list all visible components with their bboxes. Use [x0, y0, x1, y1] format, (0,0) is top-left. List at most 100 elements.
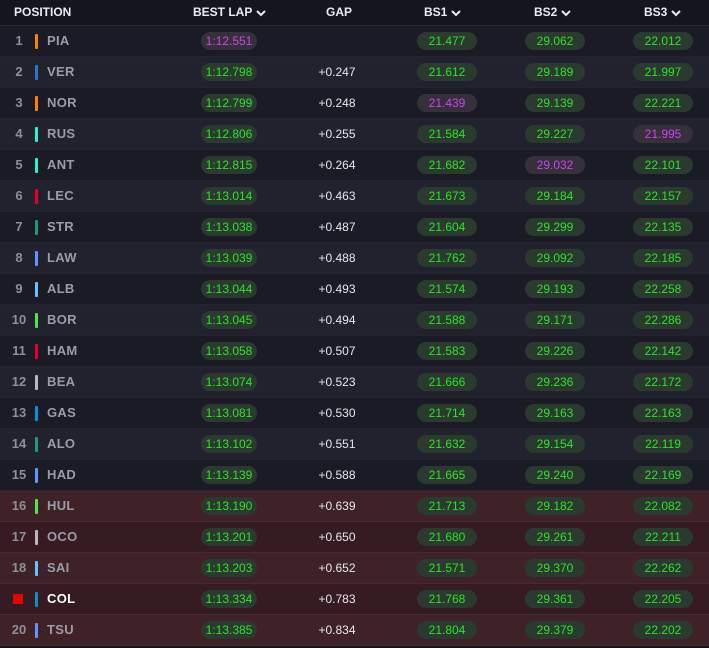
bs2-time: 29.171 [525, 311, 585, 329]
header-bs3-label: BS3 [644, 5, 668, 19]
bs1-time: 21.665 [417, 466, 477, 484]
gap-value: +0.530 [318, 406, 356, 420]
table-row[interactable]: 14 ALO 1:13.102 +0.551 21.632 29.154 22.119 [0, 429, 709, 460]
best-lap-time: 1:12.551 [201, 32, 257, 50]
driver-code: NOR [47, 95, 77, 110]
table-row[interactable]: 11 HAM 1:13.058 +0.507 21.583 29.226 22.142 [0, 336, 709, 367]
table-row[interactable]: COL 1:13.334 +0.783 21.768 29.361 22.205 [0, 584, 709, 615]
team-color-bar [35, 96, 38, 111]
position-number: 7 [15, 219, 23, 234]
position-number: 11 [12, 343, 26, 358]
table-row[interactable]: 7 STR 1:13.038 +0.487 21.604 29.299 22.135 [0, 212, 709, 243]
driver-code: LEC [47, 188, 74, 203]
table-row[interactable]: 12 BEA 1:13.074 +0.523 21.666 29.236 22.172 [0, 367, 709, 398]
driver-code: TSU [47, 622, 74, 637]
bs2-time: 29.261 [525, 528, 585, 546]
bs3-time: 22.082 [633, 497, 693, 515]
driver-code: OCO [47, 529, 78, 544]
bs2-time: 29.092 [525, 249, 585, 267]
gap-value: +0.650 [318, 530, 356, 544]
team-color-bar [35, 251, 38, 266]
best-lap-time: 1:13.102 [201, 435, 257, 453]
table-row[interactable]: 16 HUL 1:13.190 +0.639 21.713 29.182 22.082 [0, 491, 709, 522]
position-marker-icon [13, 594, 23, 604]
header-bs2[interactable]: BS2 [534, 0, 572, 25]
position-number: 20 [11, 622, 27, 637]
chevron-down-icon [451, 9, 462, 16]
driver-code: BOR [47, 312, 77, 327]
bs3-time: 22.169 [633, 466, 693, 484]
bs1-time: 21.680 [417, 528, 477, 546]
table-row[interactable]: 17 OCO 1:13.201 +0.650 21.680 29.261 22.211 [0, 522, 709, 553]
header-bs3[interactable]: BS3 [644, 0, 682, 25]
table-row[interactable]: 9 ALB 1:13.044 +0.493 21.574 29.193 22.258 [0, 274, 709, 305]
bs3-time: 22.221 [633, 94, 693, 112]
bs1-time: 21.439 [417, 94, 477, 112]
header-bs1[interactable]: BS1 [424, 0, 462, 25]
best-lap-time: 1:12.799 [201, 94, 257, 112]
bs3-time: 22.202 [633, 621, 693, 639]
team-color-bar [35, 623, 38, 638]
bs2-time: 29.062 [525, 32, 585, 50]
team-color-bar [35, 158, 38, 173]
best-lap-time: 1:13.045 [201, 311, 257, 329]
position-number: 10 [11, 312, 27, 327]
table-row[interactable]: 5 ANT 1:12.815 +0.264 21.682 29.032 22.101 [0, 150, 709, 181]
bs2-time: 29.189 [525, 63, 585, 81]
gap-value: +0.588 [318, 468, 356, 482]
position-number: 6 [15, 188, 23, 203]
team-color-bar [35, 344, 38, 359]
bs3-time: 22.119 [633, 435, 693, 453]
table-row[interactable]: 13 GAS 1:13.081 +0.530 21.714 29.163 22.163 [0, 398, 709, 429]
bs3-time: 22.262 [633, 559, 693, 577]
team-color-bar [35, 220, 38, 235]
driver-code: HUL [47, 498, 75, 513]
bs2-time: 29.370 [525, 559, 585, 577]
driver-code: PIA [47, 33, 70, 48]
position-number: 17 [11, 529, 27, 544]
best-lap-time: 1:12.798 [201, 63, 257, 81]
best-lap-time: 1:13.044 [201, 280, 257, 298]
bs2-time: 29.299 [525, 218, 585, 236]
team-color-bar [35, 561, 38, 576]
best-lap-time: 1:13.058 [201, 342, 257, 360]
bs1-time: 21.588 [417, 311, 477, 329]
bs1-time: 21.604 [417, 218, 477, 236]
bs3-time: 22.185 [633, 249, 693, 267]
bs1-time: 21.713 [417, 497, 477, 515]
table-row[interactable]: 10 BOR 1:13.045 +0.494 21.588 29.171 22.286 [0, 305, 709, 336]
bs2-time: 29.379 [525, 621, 585, 639]
driver-code: RUS [47, 126, 76, 141]
table-row[interactable]: 18 SAI 1:13.203 +0.652 21.571 29.370 22.262 [0, 553, 709, 584]
position-number: 1 [15, 33, 23, 48]
driver-code: LAW [47, 250, 77, 265]
bs1-time: 21.571 [417, 559, 477, 577]
best-lap-time: 1:13.081 [201, 404, 257, 422]
gap-value: +0.551 [318, 437, 356, 451]
best-lap-time: 1:12.815 [201, 156, 257, 174]
bs2-time: 29.182 [525, 497, 585, 515]
bs3-time: 22.205 [633, 590, 693, 608]
gap-value: +0.463 [318, 189, 356, 203]
table-row[interactable]: 8 LAW 1:13.039 +0.488 21.762 29.092 22.185 [0, 243, 709, 274]
bs2-time: 29.240 [525, 466, 585, 484]
table-row[interactable]: 20 TSU 1:13.385 +0.834 21.804 29.379 22.202 [0, 615, 709, 646]
gap-value [312, 26, 362, 56]
table-row[interactable]: 2 VER 1:12.798 +0.247 21.612 29.189 21.997 [0, 57, 709, 88]
team-color-bar [35, 313, 38, 328]
best-lap-time: 1:13.334 [201, 590, 257, 608]
table-row[interactable]: 4 RUS 1:12.806 +0.255 21.584 29.227 21.995 [0, 119, 709, 150]
bs3-time: 22.101 [633, 156, 693, 174]
chevron-down-icon [256, 9, 267, 16]
table-row[interactable]: 6 LEC 1:13.014 +0.463 21.673 29.184 22.157 [0, 181, 709, 212]
table-row[interactable]: 15 HAD 1:13.139 +0.588 21.665 29.240 22.169 [0, 460, 709, 491]
header-best-lap-label: BEST LAP [193, 5, 253, 19]
driver-code: GAS [47, 405, 77, 420]
bs3-time: 22.012 [633, 32, 693, 50]
bs1-time: 21.768 [417, 590, 477, 608]
gap-value: +0.264 [318, 158, 356, 172]
table-row[interactable]: 3 NOR 1:12.799 +0.248 21.439 29.139 22.221 [0, 88, 709, 119]
table-row[interactable]: 1 PIA 1:12.551 21.477 29.062 22.012 [0, 26, 709, 57]
bs3-time: 22.135 [633, 218, 693, 236]
header-best-lap[interactable]: BEST LAP [193, 0, 267, 25]
